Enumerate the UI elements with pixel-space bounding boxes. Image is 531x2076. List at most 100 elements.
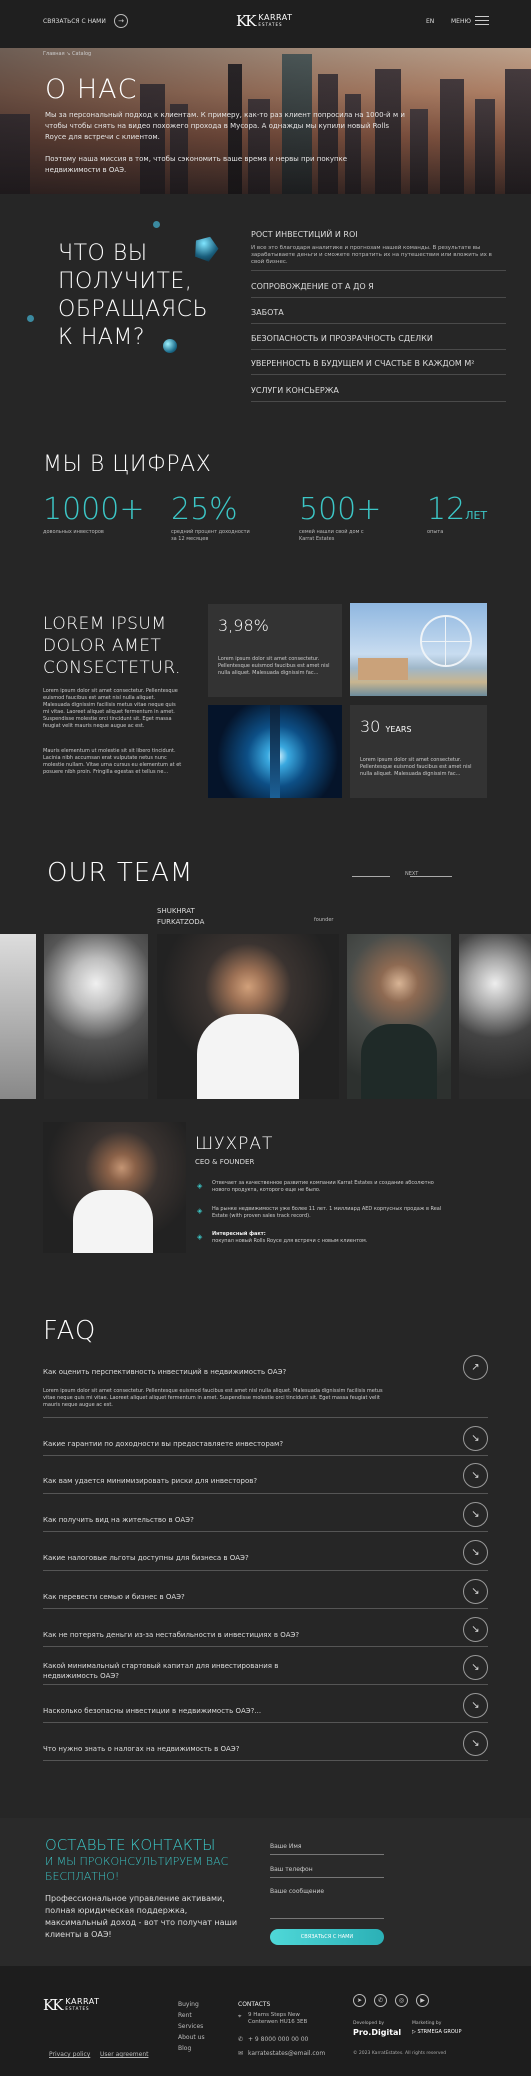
prev-arrow-icon[interactable] [352,876,390,877]
card-unit: YEARS [385,725,412,734]
stat-value: 500+ [299,492,382,527]
lang-switch[interactable]: EN [426,18,434,25]
page-title: О НАС [45,74,138,105]
agreement-link[interactable]: User agreement [100,2049,148,2060]
stat-value: 1000+ [43,492,145,527]
fact-heading: Интересный факт: [212,1231,266,1237]
team-featured-name: SHUKHRAT FURKATZODA [157,907,205,926]
footer-link[interactable]: About us [178,2032,205,2043]
faq-question: Какие налоговые льготы доступны для бизн… [43,1554,249,1562]
gem-icon [163,339,177,353]
footer-link[interactable]: Rent [178,2010,205,2021]
telegram-icon[interactable]: ➤ [353,1994,366,2007]
faq-item[interactable]: Как не потерять деньги из-за нестабильно… [43,1617,488,1647]
lorem-text-2: Mauris elementum ut molestie sit sit lib… [43,748,182,775]
gem-icon [153,221,160,228]
profile-fact: На рынке недвижимости уже более 11 лет. … [212,1206,442,1219]
breadcrumb-current: Catalog [71,51,92,57]
header: СВЯЗАТЬСЯ С НАМИ → KK KARRAT ESTATES EN М… [0,0,531,48]
arrow-down-right-icon: ↘ [463,1655,488,1680]
faq-question: Какие гарантии по доходности вы предоста… [43,1440,284,1448]
faq-question: Насколько безопасны инвестиции в недвижи… [43,1707,262,1715]
arrow-down-right-icon: ↘ [463,1617,488,1642]
stat-card: 30 YEARS Lorem ipsum dolor sit amet cons… [350,705,487,798]
stat-caption: довольных инвесторов [43,529,104,535]
next-arrow-icon[interactable] [410,876,452,877]
name-input[interactable]: Ваше Имя [270,1843,384,1855]
developer-label: Developed by [353,2021,385,2026]
message-input[interactable]: Ваше сообщение [270,1888,384,1919]
faq-item[interactable]: Насколько безопасны инвестиции в недвижи… [43,1693,488,1723]
faq-item[interactable]: Какие налоговые льготы доступны для бизн… [43,1540,488,1571]
marketing-logo[interactable]: ▷ STRMEGA GROUP [412,2029,461,2035]
footer-phone[interactable]: + 9 8000 000 00 00 [248,2034,308,2045]
arrow-down-right-icon: ↘ [463,1463,488,1488]
why-item[interactable]: УСЛУГИ КОНСЬЕРЖА [251,386,506,402]
submit-button[interactable]: СВЯЗАТЬСЯ С НАМИ [270,1929,384,1945]
stat-item: 12ЛЕТ опыта [427,492,497,536]
team-photo-featured[interactable] [157,934,339,1099]
card-value: 3,98% [218,616,269,635]
faq-item[interactable]: Какой минимальный стартовый капитал для … [43,1655,488,1685]
arrow-down-right-icon: ↘ [463,1502,488,1527]
faq-item[interactable]: Что нужно знать о налогах на недвижимост… [43,1731,488,1761]
stat-item: 25% средний процент доходности за 12 мес… [171,492,251,543]
team-photo[interactable] [459,934,531,1099]
logo-sub: ESTATES [65,2006,90,2011]
faq-item[interactable]: Какие гарантии по доходности вы предоста… [43,1426,488,1456]
footer-link[interactable]: Blog [178,2043,205,2054]
mail-icon: ✉ [238,2050,244,2057]
diamond-icon: ◈ [197,1233,203,1241]
contact-link[interactable]: СВЯЗАТЬСЯ С НАМИ [43,18,106,25]
footer-logo[interactable]: KK KARRAT ESTATES [43,1996,100,2014]
hamburger-icon[interactable] [475,16,489,25]
faq-item[interactable]: Как вам удается минимизировать риски для… [43,1463,488,1494]
faq-item[interactable]: Как получить вид на жительство в ОАЭ? ↘ [43,1502,488,1532]
instagram-icon[interactable]: ◎ [395,1994,408,2007]
card-value: 30 [360,717,381,736]
faq-item[interactable]: Как перевести семью и бизнес в ОАЭ? ↘ [43,1579,488,1609]
why-item[interactable]: УВЕРЕННОСТЬ В БУДУЩЕМ И СЧАСТЬЕ В КАЖДОМ… [251,359,506,375]
lorem-title: LOREM IPSUM DOLOR AMET CONSECTETUR. [43,614,181,678]
team-photo[interactable] [347,934,451,1099]
contact-text: Профессиональное управление активами, по… [45,1894,238,1939]
contacts-title: CONTACTS [238,2001,271,2008]
arrow-icon[interactable]: → [114,14,128,28]
developer-logo[interactable]: Pro.Digital [353,2028,401,2037]
faq-item-open[interactable]: Как оценить перспективность инвестиций в… [43,1355,488,1418]
phone-input[interactable]: Ваш телефон [270,1866,384,1878]
logo-sub: ESTATES [258,22,283,27]
privacy-link[interactable]: Privacy policy [49,2049,90,2060]
profile-fact: Отвечает за качественное развитие компан… [212,1180,434,1193]
fact-text: покупал новый Rolls Royce для встречи с … [212,1238,368,1244]
youtube-icon[interactable]: ▶ [416,1994,429,2007]
stat-caption: средний процент доходности за 12 месяцев [171,529,250,542]
breadcrumb-home[interactable]: Главная [43,51,65,57]
why-item[interactable]: СОПРОВОЖДЕНИЕ ОТ А ДО Я [251,282,506,298]
stat-value: 12 [427,492,466,527]
lorem-text-1: Lorem ipsum dolor sit amet consectetur. … [43,688,178,729]
profile-role: CEO & FOUNDER [195,1158,255,1166]
faq-answer: Lorem ipsum dolor sit amet consectetur. … [43,1388,383,1408]
footer-email[interactable]: karratestates@email.com [248,2048,325,2059]
faq-question: Как перевести семью и бизнес в ОАЭ? [43,1593,185,1601]
faq-question: Что нужно знать о налогах на недвижимост… [43,1745,240,1753]
footer-link[interactable]: Buying [178,1999,205,2010]
why-item[interactable]: ЗАБОТА [251,308,506,324]
logo[interactable]: KK KARRAT ESTATES [236,12,293,30]
whatsapp-icon[interactable]: ✆ [374,1994,387,2007]
team-photo[interactable] [44,934,148,1099]
team-photo[interactable] [0,934,36,1099]
footer-link[interactable]: Services [178,2021,205,2032]
why-item-open[interactable]: РОСТ ИНВЕСТИЦИЙ И ROI [251,230,358,239]
contact-title: ОСТАВЬТЕ КОНТАКТЫ И МЫ ПРОКОНСУЛЬТИРУЕМ … [45,1836,229,1883]
stat-unit: ЛЕТ [465,509,488,522]
faq-title: FAQ [43,1316,97,1346]
diamond-icon: ◈ [197,1207,203,1215]
footer-nav: Buying Rent Services About us Blog [178,1999,205,2054]
menu-button[interactable]: МЕНЮ [451,18,471,25]
why-item[interactable]: БЕЗОПАСНОСТЬ И ПРОЗРАЧНОСТЬ СДЕЛКИ [251,334,506,350]
skyscraper-image [208,705,342,798]
gem-icon [27,315,34,322]
arrow-down-right-icon: ↘ [463,1540,488,1565]
